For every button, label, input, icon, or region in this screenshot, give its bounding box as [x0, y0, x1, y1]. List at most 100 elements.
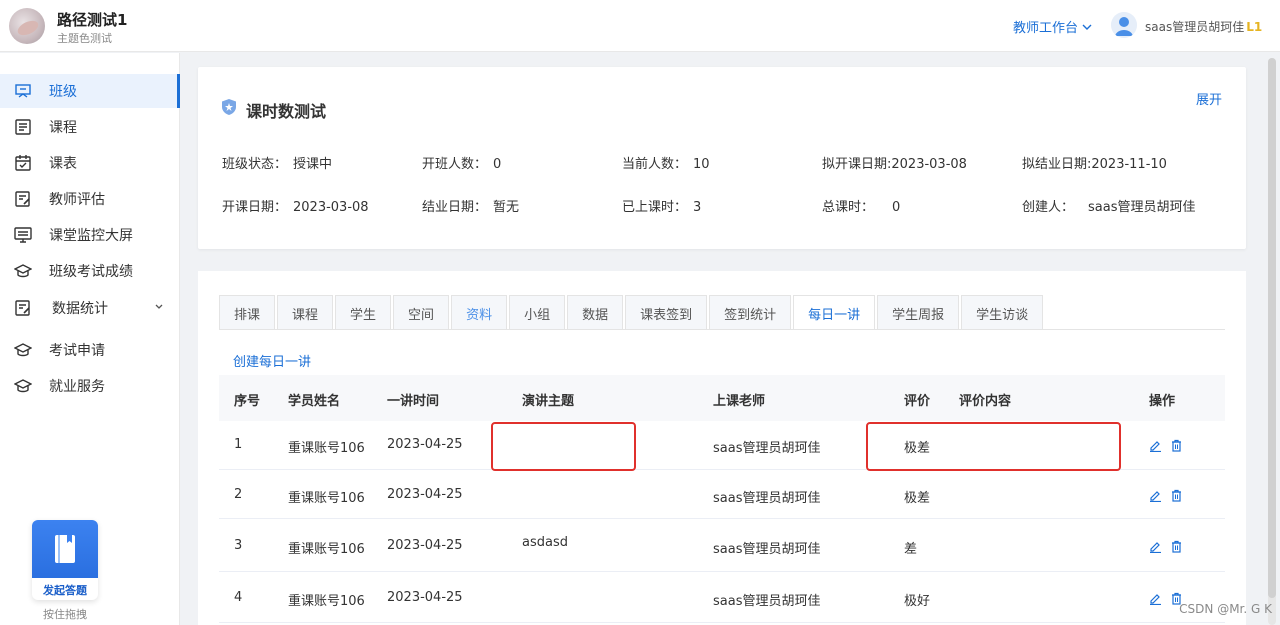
cell-no: 4 — [234, 590, 243, 605]
field-key: 结业日期： — [422, 200, 488, 215]
field-value: 3 — [693, 200, 702, 215]
column-header: 评价内容 — [959, 394, 1012, 409]
sidebar-item-exam-scores[interactable]: 班级考试成绩 — [0, 254, 180, 288]
graduation-cap-icon — [14, 341, 32, 359]
field-value: 授课中 — [293, 157, 333, 172]
class-title: 课时数测试 — [246, 102, 327, 121]
table-row: 3 重课账号106 2023-04-25 asdasd saas管理员胡珂佳 差 — [219, 519, 1225, 572]
user-name-text: saas管理员胡珂佳 — [1145, 20, 1245, 34]
cell-no: 2 — [234, 487, 243, 502]
sidebar-item-label: 班级 — [49, 84, 77, 100]
statistics-icon — [14, 299, 32, 317]
cell-no: 1 — [234, 437, 243, 452]
tab-student-interview[interactable]: 学生访谈 — [961, 295, 1044, 330]
tab-course[interactable]: 课程 — [277, 295, 334, 330]
sidebar-item-class[interactable]: 班级 — [0, 74, 180, 108]
class-info-card: 课时数测试 展开 班级状态： 授课中 开班人数： 0 当前人数： 10 拟开课日期:2… — [198, 67, 1246, 249]
sidebar-item-classroom-monitor[interactable]: 课堂监控大屏 — [0, 218, 180, 252]
user-level-badge: L1 — [1246, 20, 1263, 34]
column-header: 评价 — [904, 394, 931, 409]
book-icon — [32, 520, 98, 578]
create-daily-talk-link[interactable]: 创建每日一讲 — [233, 351, 311, 370]
sidebar-item-employment[interactable]: 就业服务 — [0, 369, 180, 403]
sidebar-item-teacher-evaluation[interactable]: 教师评估 — [0, 182, 180, 216]
column-header: 上课老师 — [713, 394, 766, 409]
cell-date: 2023-04-25 — [387, 590, 463, 605]
brand-title: 路径测试1 — [57, 11, 128, 29]
delete-icon[interactable] — [1170, 540, 1183, 553]
classroom-icon — [14, 82, 32, 100]
sidebar-item-schedule[interactable]: 课表 — [0, 146, 180, 180]
scrollbar-thumb[interactable] — [1268, 58, 1276, 598]
cell-teacher: saas管理员胡珂佳 — [713, 594, 821, 609]
tab-groups[interactable]: 小组 — [509, 295, 566, 330]
tab-materials[interactable]: 资料 — [451, 295, 508, 330]
workbench-dropdown[interactable]: 教师工作台 — [1013, 17, 1092, 36]
field-start-date: 开课日期： 2023-03-08 — [222, 196, 369, 215]
cell-teacher: saas管理员胡珂佳 — [713, 441, 821, 456]
tab-space[interactable]: 空间 — [393, 295, 450, 330]
sidebar-item-course[interactable]: 课程 — [0, 110, 180, 144]
field-completed-hours: 已上课时： 3 — [622, 196, 701, 215]
field-key: 班级状态： — [222, 157, 288, 172]
workbench-label: 教师工作台 — [1013, 21, 1079, 36]
table-header: 序号 学员姓名 一讲时间 演讲主题 上课老师 评价 评价内容 操作 — [219, 375, 1225, 421]
edit-icon[interactable] — [1149, 592, 1162, 605]
cell-name: 重课账号106 — [288, 441, 365, 456]
sidebar-item-label: 课程 — [49, 120, 77, 136]
cell-teacher: saas管理员胡珂佳 — [713, 491, 821, 506]
start-quiz-label: 发起答题 — [43, 584, 87, 597]
delete-icon[interactable] — [1170, 439, 1183, 452]
cell-no: 3 — [234, 538, 243, 553]
sidebar-item-label: 课表 — [49, 156, 77, 172]
table-row: 2 重课账号106 2023-04-25 saas管理员胡珂佳 极差 — [219, 470, 1225, 519]
field-value: 10 — [693, 157, 710, 172]
user-name[interactable]: saas管理员胡珂佳 L1 — [1145, 18, 1262, 35]
field-value: 0 — [892, 200, 901, 215]
edit-icon[interactable] — [1149, 439, 1162, 452]
field-creator: 创建人： saas管理员胡珂佳 — [1022, 196, 1196, 215]
cell-name: 重课账号106 — [288, 542, 365, 557]
field-key: 当前人数： — [622, 157, 688, 172]
brand-logo — [9, 8, 45, 44]
tab-bar: 排课 课程 学生 空间 资料 小组 数据 课表签到 签到统计 每日一讲 学生周报… — [219, 295, 1045, 330]
field-opening-count: 开班人数： 0 — [422, 153, 501, 172]
watermark: CSDN @Mr. G K — [1179, 602, 1272, 616]
field-value: saas管理员胡珂佳 — [1088, 200, 1196, 215]
field-key: 总课时： — [822, 200, 875, 215]
user-avatar[interactable] — [1111, 12, 1137, 38]
column-header: 学员姓名 — [288, 394, 341, 409]
evaluation-icon — [14, 190, 32, 208]
course-icon — [14, 118, 32, 136]
sidebar-item-label: 课堂监控大屏 — [49, 228, 133, 244]
sidebar-item-label: 教师评估 — [49, 192, 105, 208]
page-scrollbar[interactable] — [1268, 58, 1276, 625]
sidebar-item-statistics[interactable]: 数据统计 — [0, 291, 180, 325]
field-end-date: 结业日期： 暂无 — [422, 196, 519, 215]
tab-schedule[interactable]: 排课 — [219, 295, 276, 330]
top-bar: 路径测试1 主题色测试 教师工作台 saas管理员胡珂佳 L1 — [0, 0, 1280, 52]
sidebar-item-label: 班级考试成绩 — [49, 264, 133, 280]
sidebar-item-exam-application[interactable]: 考试申请 — [0, 333, 180, 367]
tab-students[interactable]: 学生 — [335, 295, 392, 330]
sidebar-item-label: 数据统计 — [52, 301, 108, 317]
highlight-box-topic — [491, 422, 636, 471]
brand-subtitle: 主题色测试 — [57, 32, 112, 45]
chevron-down-icon — [155, 304, 163, 309]
tab-weekly-report[interactable]: 学生周报 — [877, 295, 960, 330]
tab-data[interactable]: 数据 — [567, 295, 624, 330]
table-row: 4 重课账号106 2023-04-25 saas管理员胡珂佳 极好 — [219, 572, 1225, 623]
tab-schedule-checkin[interactable]: 课表签到 — [625, 295, 708, 330]
start-quiz-button[interactable]: 发起答题 — [32, 520, 98, 600]
row-actions — [1149, 439, 1183, 452]
expand-link[interactable]: 展开 — [1196, 89, 1222, 108]
field-key: 创建人： — [1022, 200, 1075, 215]
tab-checkin-stats[interactable]: 签到统计 — [709, 295, 792, 330]
edit-icon[interactable] — [1149, 540, 1162, 553]
edit-icon[interactable] — [1149, 489, 1162, 502]
delete-icon[interactable] — [1170, 489, 1183, 502]
row-actions — [1149, 489, 1183, 502]
tab-daily-talk[interactable]: 每日一讲 — [793, 295, 876, 330]
field-total-hours: 总课时： 0 — [822, 196, 900, 215]
field-value: 2023-03-08 — [891, 157, 967, 172]
